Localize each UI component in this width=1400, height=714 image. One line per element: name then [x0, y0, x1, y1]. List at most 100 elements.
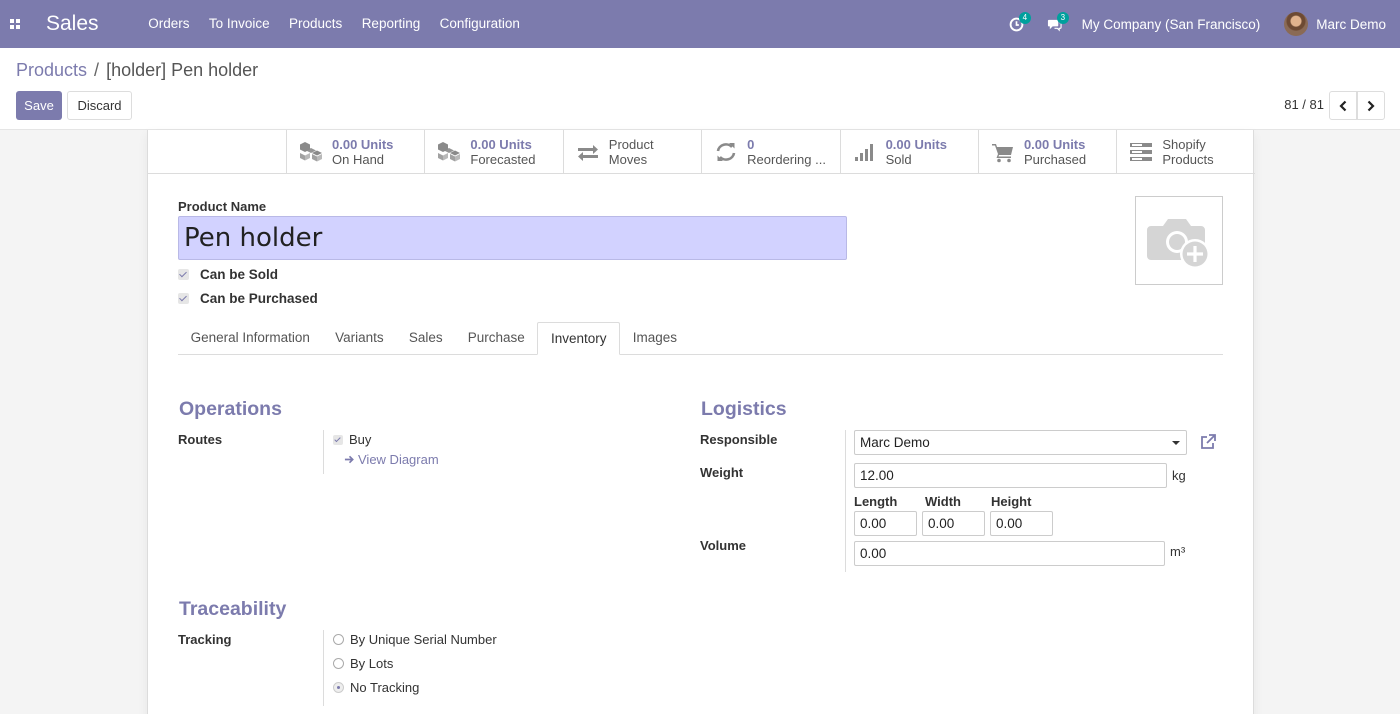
- messages-button[interactable]: 3: [1040, 0, 1070, 48]
- view-diagram-label: View Diagram: [358, 452, 439, 467]
- can-be-sold-checkbox[interactable]: [178, 269, 189, 280]
- save-button[interactable]: Save: [16, 91, 62, 120]
- signal-icon: [854, 143, 873, 161]
- main-menu: Orders To Invoice Products Reporting Con…: [139, 0, 530, 48]
- tab-images[interactable]: Images: [620, 322, 689, 355]
- purchased-button[interactable]: 0.00 Units Purchased: [977, 130, 1116, 173]
- user-avatar[interactable]: [1284, 12, 1309, 36]
- product-name-input[interactable]: Pen holder: [178, 216, 847, 260]
- discard-button[interactable]: Discard: [67, 91, 132, 120]
- product-moves-line2: Moves: [608, 151, 648, 167]
- form-tabs: General Information Variants Sales Purch…: [178, 322, 1223, 355]
- length-label: Length: [854, 494, 898, 509]
- tab-inventory[interactable]: Inventory: [537, 322, 621, 355]
- pager-next-button[interactable]: [1357, 91, 1385, 120]
- cart-icon: [991, 143, 1013, 162]
- top-navbar: Sales Orders To Invoice Products Reporti…: [0, 0, 1400, 48]
- exchange-icon: [577, 144, 598, 161]
- tracking-none-radio[interactable]: [333, 682, 344, 693]
- weight-unit: kg: [1172, 468, 1186, 483]
- logistics-title: Logistics: [701, 398, 787, 420]
- reordering-value: 0: [747, 136, 755, 152]
- activity-count-badge: 4: [1018, 12, 1032, 24]
- activity-button[interactable]: 4: [1002, 0, 1032, 48]
- tab-sales[interactable]: Sales: [396, 322, 455, 355]
- weight-input[interactable]: 12.00: [854, 463, 1167, 488]
- menu-configuration[interactable]: Configuration: [430, 0, 530, 48]
- sold-button[interactable]: 0.00 Units Sold: [839, 130, 978, 173]
- shopify-line1: Shopify: [1162, 136, 1206, 152]
- chevron-left-icon: [1339, 100, 1347, 111]
- on-hand-value: 0.00 Units: [332, 136, 394, 152]
- tracking-serial-row[interactable]: By Unique Serial Number: [333, 632, 497, 647]
- breadcrumb: Products / [holder] Pen holder: [16, 60, 258, 81]
- on-hand-label: On Hand: [332, 151, 385, 167]
- tracking-lots-row[interactable]: By Lots: [333, 656, 393, 671]
- tracking-lots-radio[interactable]: [333, 658, 344, 669]
- arrow-right-icon: [344, 455, 354, 464]
- forecasted-value: 0.00 Units: [470, 136, 532, 152]
- traceability-title: Traceability: [179, 598, 287, 620]
- company-switcher[interactable]: My Company (San Francisco): [1082, 17, 1261, 32]
- forecasted-button[interactable]: 0.00 Units Forecasted: [424, 130, 562, 173]
- menu-to-invoice[interactable]: To Invoice: [199, 0, 279, 48]
- product-name-label: Product Name: [178, 199, 267, 214]
- volume-input[interactable]: 0.00: [854, 541, 1165, 566]
- product-image-upload[interactable]: [1135, 196, 1223, 285]
- app-name[interactable]: Sales: [46, 12, 99, 36]
- chevron-right-icon: [1367, 100, 1375, 111]
- height-label: Height: [991, 494, 1032, 509]
- tracking-serial-radio[interactable]: [333, 634, 344, 645]
- tab-general-information[interactable]: General Information: [178, 322, 323, 355]
- can-be-purchased-checkbox[interactable]: [178, 293, 189, 304]
- tab-variants[interactable]: Variants: [323, 322, 397, 355]
- smart-button-box: 0.00 Units On Hand 0.00 Units Forecasted P…: [286, 130, 1255, 174]
- on-hand-button[interactable]: 0.00 Units On Hand: [286, 130, 424, 173]
- shopify-products-button[interactable]: Shopify Products: [1116, 130, 1254, 173]
- tracking-none-label: No Tracking: [350, 680, 420, 695]
- can-be-sold-row: Can be Sold: [178, 267, 278, 282]
- refresh-icon: [716, 142, 736, 161]
- sold-value: 0.00 Units: [885, 136, 947, 152]
- responsible-value: Marc Demo: [860, 435, 930, 450]
- operations-title: Operations: [179, 398, 282, 420]
- length-input[interactable]: 0.00: [854, 511, 917, 536]
- width-input[interactable]: 0.00: [922, 511, 985, 536]
- tab-purchase[interactable]: Purchase: [455, 322, 537, 355]
- reordering-button[interactable]: 0 Reordering ...: [701, 130, 839, 173]
- user-menu[interactable]: Marc Demo: [1316, 17, 1386, 32]
- sold-label: Sold: [885, 151, 912, 167]
- menu-products[interactable]: Products: [279, 0, 352, 48]
- width-label: Width: [925, 494, 961, 509]
- volume-unit: m³: [1170, 544, 1186, 559]
- control-panel: Products / [holder] Pen holder Save Disc…: [0, 48, 1400, 130]
- server-icon: [1130, 142, 1153, 161]
- view-diagram-link[interactable]: View Diagram: [344, 452, 439, 467]
- can-be-purchased-row: Can be Purchased: [178, 291, 318, 306]
- message-count-badge: 3: [1056, 12, 1070, 24]
- pager-value[interactable]: 81 / 81: [1284, 97, 1324, 112]
- menu-orders[interactable]: Orders: [139, 0, 200, 48]
- breadcrumb-separator: /: [94, 60, 100, 80]
- product-moves-line1: Product: [608, 136, 654, 152]
- tracking-none-row[interactable]: No Tracking: [333, 680, 419, 695]
- purchased-label: Purchased: [1023, 151, 1087, 167]
- menu-reporting[interactable]: Reporting: [352, 0, 430, 48]
- chevron-down-icon: [1172, 441, 1180, 445]
- reordering-label: Reordering ...: [747, 151, 826, 167]
- camera-add-icon: [1147, 218, 1210, 269]
- purchased-value: 0.00 Units: [1023, 136, 1086, 152]
- route-buy-row: Buy: [333, 432, 371, 447]
- height-input[interactable]: 0.00: [990, 511, 1053, 536]
- cubes-icon: [300, 141, 322, 161]
- route-buy-checkbox[interactable]: [333, 434, 343, 445]
- pager-previous-button[interactable]: [1329, 91, 1357, 120]
- can-be-purchased-label: Can be Purchased: [200, 291, 318, 306]
- responsible-select[interactable]: Marc Demo: [854, 430, 1187, 455]
- breadcrumb-products-link[interactable]: Products: [16, 60, 87, 81]
- external-link-icon[interactable]: [1199, 433, 1217, 451]
- product-moves-button[interactable]: Product Moves: [562, 130, 701, 173]
- route-buy-label: Buy: [349, 432, 372, 447]
- routes-label: Routes: [178, 432, 223, 447]
- apps-menu-icon[interactable]: [0, 0, 30, 48]
